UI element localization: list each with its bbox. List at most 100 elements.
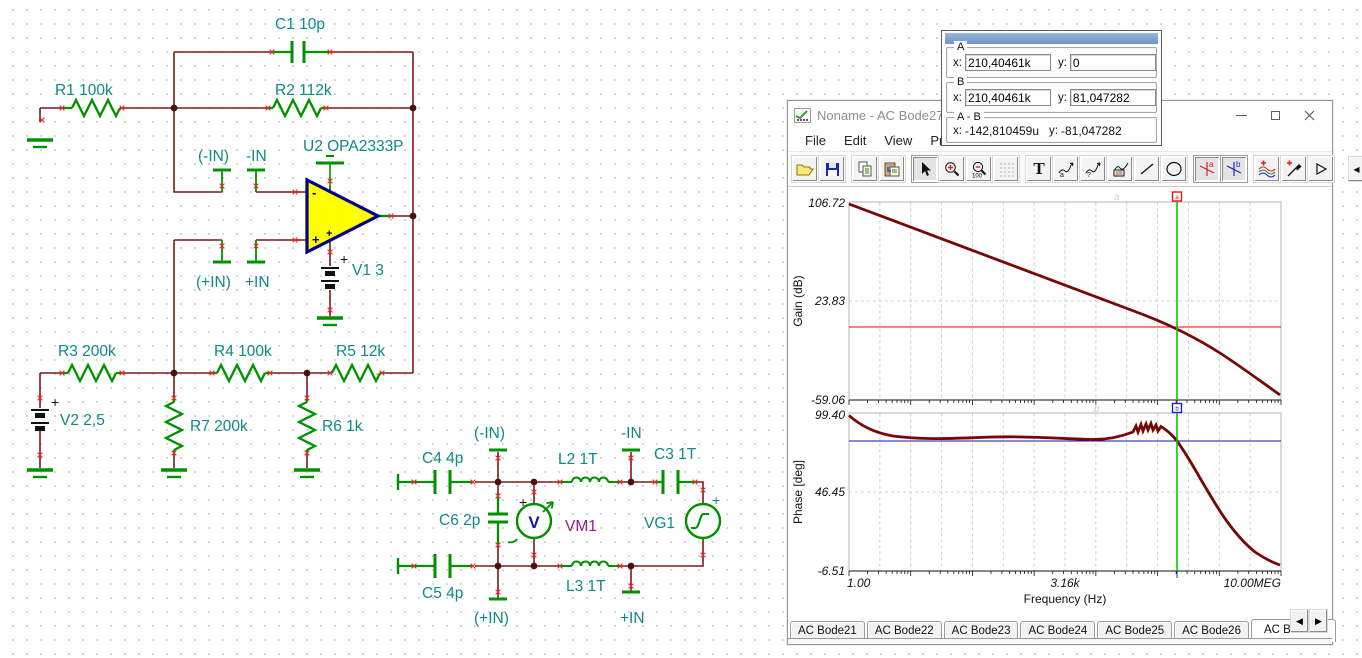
bode-window: Noname - AC Bode27 File Edit View Proces…	[787, 100, 1362, 645]
component-r3	[62, 362, 122, 384]
cursor-a-handle[interactable]: a	[1171, 191, 1183, 202]
label-c5: C5 4p	[422, 585, 463, 602]
label-r3: R3 200k	[58, 343, 116, 360]
cursor-ab-group: A - B x: -142,810459u y: -81,047282	[946, 111, 1157, 143]
grid-button[interactable]	[993, 156, 1019, 182]
label-c1: C1 10p	[275, 16, 325, 33]
label-c6: C6 2p	[439, 512, 480, 529]
open-folder-icon	[796, 164, 814, 176]
label-l2: L2 1T	[558, 451, 598, 468]
label-v1-plus: +	[340, 251, 348, 267]
annotate-q-button[interactable]: ?	[1080, 156, 1106, 182]
battery-v1[interactable]	[321, 267, 339, 289]
bode-plots[interactable]: a b a b 106.72 23.83 -59.06 99.40 46.45 …	[788, 189, 1334, 617]
zoom-in-button[interactable]	[939, 156, 965, 182]
components[interactable]	[62, 41, 695, 578]
open-button[interactable]	[792, 156, 818, 182]
annotate-a-button[interactable]: a	[1053, 156, 1079, 182]
legend-tool-button[interactable]	[1107, 156, 1133, 182]
nav-left-button[interactable]: ◀	[1349, 157, 1362, 181]
cursor-b-x-label: x:	[953, 91, 962, 104]
label-in-minus: -IN	[246, 148, 267, 165]
scroll-right-icon: ▶	[1315, 615, 1322, 626]
minimize-button[interactable]	[1224, 104, 1258, 126]
label-v2: V2 2,5	[60, 412, 105, 429]
cursor-a-icon: a	[1199, 160, 1215, 176]
component-c5	[396, 554, 473, 578]
text-tool-icon: T	[1033, 159, 1045, 178]
save-floppy-icon	[825, 162, 839, 176]
zoom-in-icon	[945, 162, 960, 177]
label-vm1-plus: +	[519, 494, 527, 510]
cursor-a-group: A x: y:	[946, 41, 1157, 78]
menu-view[interactable]: View	[875, 131, 921, 150]
cursor-b-y-input[interactable]	[1069, 89, 1156, 106]
cursor-a-group-label: A	[954, 41, 968, 53]
label-r5: R5 12k	[336, 343, 385, 360]
gain-tick-mid: 23.83	[814, 294, 845, 308]
pin-marks	[37, 49, 706, 595]
x-tick-mid: 3.16k	[1050, 576, 1080, 590]
close-button[interactable]	[1292, 104, 1326, 126]
nav-left-icon: ◀	[1353, 164, 1360, 174]
select-pointer-button[interactable]	[912, 156, 938, 182]
component-c3	[655, 470, 695, 494]
component-vm1[interactable]: V	[507, 501, 554, 544]
terminal-in-minus	[245, 168, 267, 192]
component-r2	[268, 97, 326, 119]
page-nav: ◀ ▲▼ ▶	[1349, 157, 1362, 181]
x-tick-min: 1.00	[847, 576, 871, 590]
cursor-panel-titlebar[interactable]	[945, 33, 1158, 44]
line-icon	[1140, 163, 1154, 175]
schematic-canvas[interactable]: - + + V C1 10p R1 100k R2 112k U2 OPA233…	[0, 0, 790, 658]
ghost-b-marker: b	[1094, 404, 1100, 415]
label-v1: V1 3	[352, 262, 384, 279]
tab-scroll-buttons: ◀ ▶	[1289, 610, 1327, 632]
cursor-b-x-input[interactable]	[964, 89, 1051, 106]
component-vg1[interactable]	[684, 502, 722, 540]
svg-text:a: a	[1060, 172, 1064, 178]
copy-button[interactable]	[852, 156, 878, 182]
maximize-button[interactable]	[1258, 104, 1292, 126]
desktop: { "schematic": { "labels": { "c1": "C1 1…	[0, 0, 1362, 658]
play-button[interactable]	[1308, 156, 1334, 182]
legend-icon	[1113, 162, 1128, 177]
wires	[39, 51, 704, 599]
component-opamp-u2[interactable]: - + +	[305, 177, 382, 255]
save-button[interactable]	[819, 156, 845, 182]
cursor-b-button[interactable]: b	[1221, 156, 1247, 182]
cursor-a-y-input[interactable]	[1069, 54, 1156, 71]
label-u2: U2 OPA2333P	[303, 138, 404, 155]
add-curves-button[interactable]	[1254, 156, 1280, 182]
battery-v2[interactable]	[31, 409, 49, 431]
label-c3: C3 1T	[654, 446, 697, 463]
cursor-ab-group-label: A - B	[954, 111, 984, 123]
menu-edit[interactable]: Edit	[835, 131, 875, 150]
text-tool-button[interactable]: T	[1026, 156, 1052, 182]
line-tool-button[interactable]	[1134, 156, 1160, 182]
cursor-b-y-label: y:	[1057, 91, 1067, 104]
close-icon	[1304, 110, 1314, 120]
tab-scroll-left-button[interactable]: ◀	[1291, 610, 1308, 632]
phase-tick-bottom: -6.51	[818, 564, 845, 578]
cursor-a-button[interactable]: a	[1194, 156, 1220, 182]
label-vg1-plus: +	[712, 492, 720, 508]
tabbar-baseline	[788, 638, 1332, 644]
label-meas-in-minus: -IN	[621, 425, 642, 442]
component-l2	[560, 476, 620, 484]
pick-curve-button[interactable]	[1281, 156, 1307, 182]
cursor-b-icon: b	[1226, 160, 1242, 176]
tab-scroll-right-button[interactable]: ▶	[1310, 610, 1327, 632]
label-meas-in-plus: +IN	[620, 610, 645, 627]
menu-file[interactable]: File	[796, 131, 835, 150]
cursor-values-panel: A x: y: B x: y: A - B x: -142,810459u y:…	[941, 30, 1162, 146]
phase-axis-title: Phase [deg]	[791, 460, 805, 524]
component-r6	[296, 398, 318, 453]
circle-tool-button[interactable]	[1161, 156, 1187, 182]
component-c1	[272, 41, 330, 63]
paste-button[interactable]	[879, 156, 905, 182]
cursor-a-x-input[interactable]	[964, 54, 1051, 71]
label-vg1: VG1	[644, 515, 675, 532]
zoom-100-button[interactable]: 100	[966, 156, 992, 182]
cursor-b-handle[interactable]: b	[1171, 402, 1183, 414]
